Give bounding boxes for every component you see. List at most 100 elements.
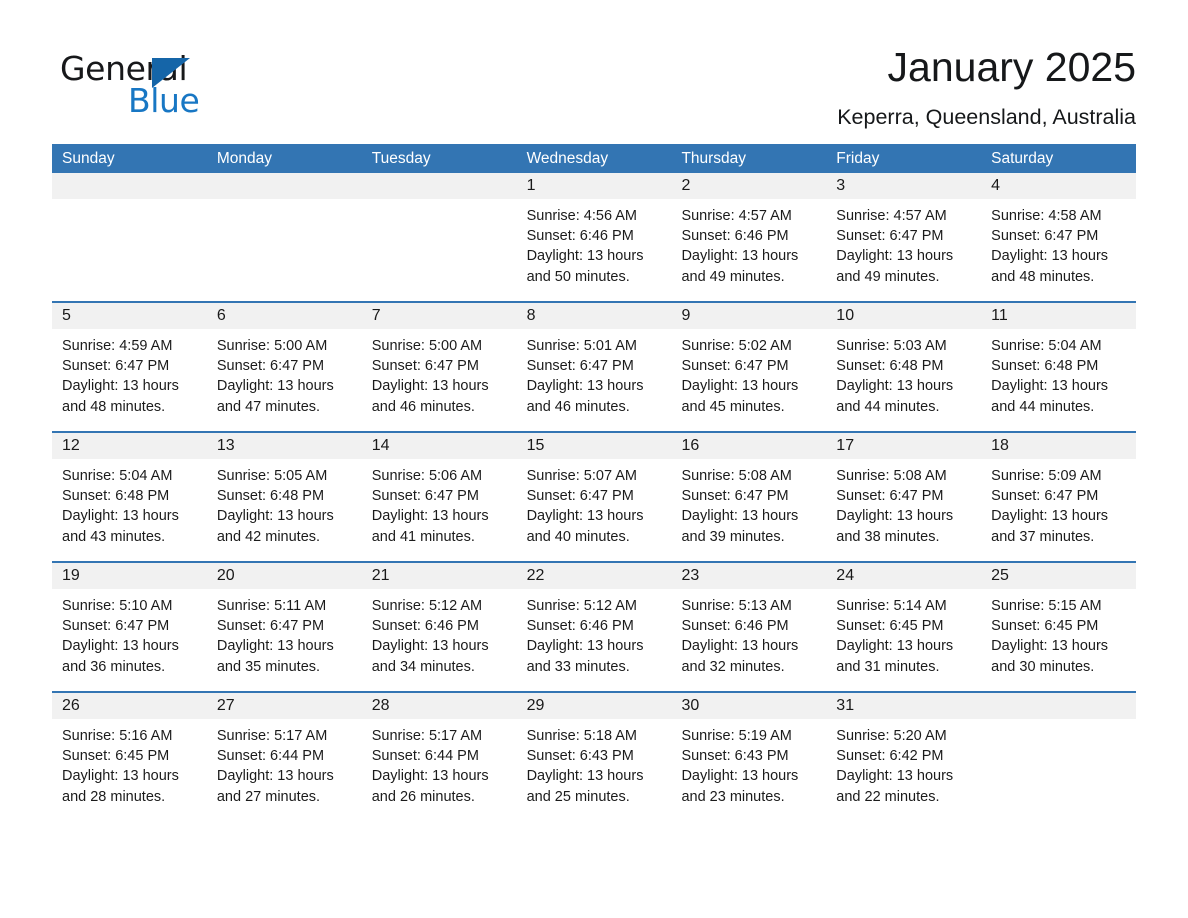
day-details: Sunrise: 5:10 AM Sunset: 6:47 PM Daylight:… — [52, 589, 207, 677]
day-details: Sunrise: 5:11 AM Sunset: 6:47 PM Daylight:… — [207, 589, 362, 677]
day-cell[interactable]: 30 Sunrise: 5:19 AM Sunset: 6:43 PM Dayligh… — [671, 693, 827, 814]
day-cell[interactable]: 10 Sunrise: 5:03 AM Sunset: 6:48 PM Dayligh… — [826, 303, 982, 424]
sunrise-text: Sunrise: 5:05 AM — [216, 468, 328, 484]
daylight-text-line2: and 49 minutes. — [681, 268, 785, 285]
day-number: 30 — [671, 693, 827, 719]
daylight-text-line1: Daylight: 13 hours — [991, 638, 1109, 655]
day-details: Sunrise: 5:03 AM Sunset: 6:48 PM Daylight:… — [826, 329, 981, 417]
day-details: Sunrise: 5:13 AM Sunset: 6:46 PM Daylight:… — [671, 589, 826, 677]
day-number: 28 — [361, 693, 517, 719]
calendar-week-row: 26 Sunrise: 5:16 AM Sunset: 6:45 PM Dayligh… — [52, 691, 1137, 814]
day-cell[interactable]: 29 Sunrise: 5:18 AM Sunset: 6:43 PM Dayligh… — [516, 693, 672, 814]
daylight-text-line1: Daylight: 13 hours — [216, 508, 334, 525]
daylight-text-line1: Daylight: 13 hours — [216, 378, 334, 395]
day-cell[interactable]: 4 Sunrise: 4:58 AM Sunset: 6:47 PM Daylight… — [981, 173, 1137, 294]
day-details: Sunrise: 5:02 AM Sunset: 6:47 PM Daylight:… — [671, 329, 826, 417]
day-cell[interactable]: 9 Sunrise: 5:02 AM Sunset: 6:47 PM Daylight… — [671, 303, 827, 424]
day-cell[interactable]: 19 Sunrise: 5:10 AM Sunset: 6:47 PM Dayligh… — [52, 563, 207, 684]
day-cell[interactable]: 27 Sunrise: 5:17 AM Sunset: 6:44 PM Dayligh… — [206, 693, 362, 814]
day-cell[interactable]: 14 Sunrise: 5:06 AM Sunset: 6:47 PM Dayligh… — [361, 433, 517, 554]
daylight-text-line1: Daylight: 13 hours — [62, 378, 179, 395]
day-number: 10 — [826, 303, 982, 329]
day-cell[interactable]: 25 Sunrise: 5:15 AM Sunset: 6:45 PM Dayligh… — [981, 563, 1137, 684]
daylight-text-line2: and 40 minutes. — [526, 528, 630, 545]
daylight-text-line1: Daylight: 13 hours — [62, 508, 179, 525]
day-number: 26 — [52, 693, 207, 719]
day-cell[interactable]: 28 Sunrise: 5:17 AM Sunset: 6:44 PM Dayligh… — [361, 693, 517, 814]
day-cell[interactable]: 12 Sunrise: 5:04 AM Sunset: 6:48 PM Dayligh… — [52, 433, 207, 554]
sunset-text: Sunset: 6:46 PM — [371, 618, 479, 635]
day-number: 16 — [671, 433, 827, 459]
day-cell[interactable]: 23 Sunrise: 5:13 AM Sunset: 6:46 PM Dayligh… — [671, 563, 827, 684]
sunset-text: Sunset: 6:46 PM — [681, 618, 789, 635]
day-cell[interactable]: 8 Sunrise: 5:01 AM Sunset: 6:47 PM Daylight… — [516, 303, 672, 424]
daylight-text-line2: and 39 minutes. — [681, 528, 785, 545]
weekday-header-tuesday: Tuesday — [371, 150, 431, 167]
day-number: 6 — [206, 303, 362, 329]
day-cell[interactable]: 15 Sunrise: 5:07 AM Sunset: 6:47 PM Dayligh… — [516, 433, 672, 554]
day-cell[interactable]: 1 Sunrise: 4:56 AM Sunset: 6:46 PM Daylight… — [516, 173, 672, 294]
page-title: January 2025 — [887, 44, 1136, 90]
weekday-header-friday: Friday — [836, 150, 880, 167]
sunrise-text: Sunrise: 5:12 AM — [526, 598, 637, 614]
daylight-text-line1: Daylight: 13 hours — [991, 378, 1109, 395]
day-number: 22 — [516, 563, 672, 589]
day-cell[interactable]: 18 Sunrise: 5:09 AM Sunset: 6:47 PM Dayligh… — [981, 433, 1137, 554]
day-details: Sunrise: 5:05 AM Sunset: 6:48 PM Daylight:… — [207, 459, 362, 547]
day-cell[interactable]: 3 Sunrise: 4:57 AM Sunset: 6:47 PM Daylight… — [826, 173, 982, 294]
day-details: Sunrise: 5:00 AM Sunset: 6:47 PM Daylight:… — [362, 329, 517, 417]
daylight-text-line1: Daylight: 13 hours — [526, 638, 644, 655]
daylight-text-line2: and 46 minutes. — [371, 398, 475, 415]
day-cell[interactable]: 6 Sunrise: 5:00 AM Sunset: 6:47 PM Daylight… — [206, 303, 362, 424]
day-number: 2 — [671, 173, 827, 199]
day-details: Sunrise: 5:12 AM Sunset: 6:46 PM Daylight:… — [517, 589, 672, 677]
sunset-text: Sunset: 6:47 PM — [991, 488, 1099, 505]
daylight-text-line1: Daylight: 13 hours — [216, 638, 334, 655]
sunrise-text: Sunrise: 5:20 AM — [836, 728, 947, 744]
day-details: Sunrise: 5:07 AM Sunset: 6:47 PM Daylight:… — [517, 459, 672, 547]
sunrise-text: Sunrise: 5:17 AM — [371, 728, 483, 744]
sunset-text: Sunset: 6:47 PM — [836, 228, 944, 245]
sunset-text: Sunset: 6:47 PM — [371, 358, 479, 375]
day-number — [206, 173, 362, 199]
day-number: 12 — [52, 433, 207, 459]
day-cell[interactable]: 31 Sunrise: 5:20 AM Sunset: 6:42 PM Dayligh… — [826, 693, 982, 814]
day-cell[interactable]: 11 Sunrise: 5:04 AM Sunset: 6:48 PM Dayligh… — [981, 303, 1137, 424]
day-cell[interactable]: 22 Sunrise: 5:12 AM Sunset: 6:46 PM Dayligh… — [516, 563, 672, 684]
daylight-text-line1: Daylight: 13 hours — [681, 768, 799, 785]
day-cell[interactable]: 24 Sunrise: 5:14 AM Sunset: 6:45 PM Dayligh… — [826, 563, 982, 684]
sunrise-text: Sunrise: 5:04 AM — [62, 468, 173, 484]
day-details: Sunrise: 5:08 AM Sunset: 6:47 PM Daylight:… — [826, 459, 981, 547]
sunset-text: Sunset: 6:45 PM — [991, 618, 1099, 635]
calendar-page: General Blue January 2025 Keperra, Queen… — [0, 0, 1188, 918]
daylight-text-line2: and 35 minutes. — [216, 658, 321, 675]
day-details: Sunrise: 5:14 AM Sunset: 6:45 PM Daylight:… — [826, 589, 981, 677]
day-cell[interactable]: 16 Sunrise: 5:08 AM Sunset: 6:47 PM Dayligh… — [671, 433, 827, 554]
daylight-text-line2: and 41 minutes. — [371, 528, 475, 545]
day-cell[interactable]: 13 Sunrise: 5:05 AM Sunset: 6:48 PM Dayligh… — [206, 433, 362, 554]
day-number: 27 — [206, 693, 362, 719]
sunrise-text: Sunrise: 5:09 AM — [991, 468, 1102, 484]
day-cell[interactable]: 20 Sunrise: 5:11 AM Sunset: 6:47 PM Dayligh… — [206, 563, 362, 684]
day-details: Sunrise: 4:58 AM Sunset: 6:47 PM Daylight:… — [981, 199, 1136, 287]
daylight-text-line2: and 45 minutes. — [681, 398, 785, 415]
day-details: Sunrise: 4:57 AM Sunset: 6:47 PM Daylight:… — [826, 199, 981, 287]
daylight-text-line2: and 46 minutes. — [526, 398, 630, 415]
sunset-text: Sunset: 6:46 PM — [681, 228, 789, 245]
day-cell[interactable]: 21 Sunrise: 5:12 AM Sunset: 6:46 PM Dayligh… — [361, 563, 517, 684]
day-cell[interactable]: 5 Sunrise: 4:59 AM Sunset: 6:47 PM Daylight… — [52, 303, 207, 424]
sunrise-text: Sunrise: 5:12 AM — [371, 598, 483, 614]
day-cell[interactable]: 2 Sunrise: 4:57 AM Sunset: 6:46 PM Daylight… — [671, 173, 827, 294]
day-number: 29 — [516, 693, 672, 719]
sunset-text: Sunset: 6:45 PM — [836, 618, 944, 635]
title-block: January 2025 Keperra, Queensland, Austra… — [837, 44, 1136, 130]
location-subtitle: Keperra, Queensland, Australia — [837, 105, 1136, 130]
daylight-text-line1: Daylight: 13 hours — [526, 508, 644, 525]
day-cell[interactable]: 17 Sunrise: 5:08 AM Sunset: 6:47 PM Dayligh… — [826, 433, 982, 554]
sunset-text: Sunset: 6:47 PM — [836, 488, 944, 505]
logo-text-blue: Blue — [128, 81, 200, 120]
day-cell[interactable]: 7 Sunrise: 5:00 AM Sunset: 6:47 PM Daylight… — [361, 303, 517, 424]
generalblue-logo[interactable]: General Blue — [52, 44, 202, 118]
day-cell[interactable]: 26 Sunrise: 5:16 AM Sunset: 6:45 PM Dayligh… — [52, 693, 207, 814]
sunrise-text: Sunrise: 5:19 AM — [681, 728, 792, 744]
